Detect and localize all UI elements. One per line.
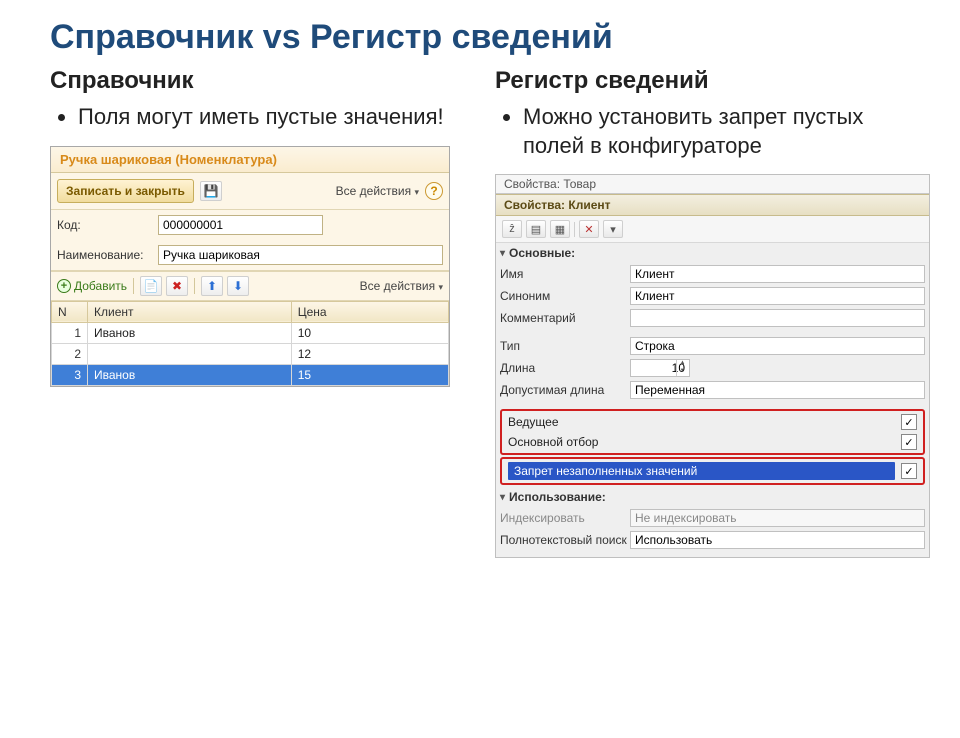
cell-price: 10 bbox=[291, 322, 448, 343]
prop-type-label: Тип bbox=[500, 339, 630, 353]
group-main-label: Основные: bbox=[509, 246, 575, 260]
mainfilter-label: Основной отбор bbox=[508, 435, 895, 449]
prop-fts-value[interactable]: Использовать bbox=[630, 531, 925, 549]
group-usage-label: Использование: bbox=[509, 490, 606, 504]
up-icon[interactable]: ⬆ bbox=[201, 276, 223, 296]
right-bullets: Можно установить запрет пустых полей в к… bbox=[495, 103, 920, 160]
grid-all-actions-dropdown[interactable]: Все действия ▾ bbox=[360, 279, 443, 293]
name-label: Наименование: bbox=[57, 248, 152, 262]
leading-label: Ведущее bbox=[508, 415, 895, 429]
categorize-icon[interactable]: ▤ bbox=[526, 220, 546, 238]
column-header-n[interactable]: N bbox=[52, 301, 88, 322]
cell-client: Иванов bbox=[88, 322, 292, 343]
window-title: Ручка шариковая (Номенклатура) bbox=[51, 147, 449, 173]
add-label: Добавить bbox=[74, 279, 127, 293]
chevron-down-icon[interactable]: ▾ bbox=[603, 220, 623, 238]
grid-toolbar: + Добавить 📄 ✖ ⬆ ⬇ Все действия ▾ bbox=[51, 271, 449, 301]
prop-comment-value[interactable] bbox=[630, 309, 925, 327]
cell-price: 15 bbox=[291, 364, 448, 385]
table-row[interactable]: 3Иванов15 bbox=[52, 364, 449, 385]
cell-n: 2 bbox=[52, 343, 88, 364]
prop-synonym-label: Синоним bbox=[500, 289, 630, 303]
grid-all-actions-label: Все действия bbox=[360, 279, 435, 293]
data-grid[interactable]: N Клиент Цена 1Иванов102123Иванов15 bbox=[51, 301, 449, 386]
save-icon[interactable]: 💾 bbox=[200, 181, 222, 201]
all-actions-label: Все действия bbox=[336, 184, 411, 198]
filter-icon[interactable]: ▦ bbox=[550, 220, 570, 238]
column-header-price[interactable]: Цена bbox=[291, 301, 448, 322]
clear-icon[interactable]: ✕ bbox=[579, 220, 599, 238]
down-icon[interactable]: ⬇ bbox=[227, 276, 249, 296]
spinner-icon[interactable]: ▲▼ bbox=[676, 360, 688, 376]
cell-client bbox=[88, 343, 292, 364]
code-label: Код: bbox=[57, 218, 152, 232]
name-input[interactable] bbox=[158, 245, 443, 265]
prop-type-value[interactable]: Строка bbox=[630, 337, 925, 355]
table-row[interactable]: 1Иванов10 bbox=[52, 322, 449, 343]
left-subtitle: Справочник bbox=[50, 67, 485, 95]
prop-fts-label: Полнотекстовый поиск bbox=[500, 533, 630, 547]
mainfilter-checkbox[interactable]: ✓ bbox=[901, 434, 917, 450]
cell-n: 1 bbox=[52, 322, 88, 343]
palette-toolbar: ẑ ▤ ▦ ✕ ▾ bbox=[496, 216, 929, 243]
noempty-label: Запрет незаполненных значений bbox=[508, 462, 895, 480]
cell-price: 12 bbox=[291, 343, 448, 364]
column-header-client[interactable]: Клиент bbox=[88, 301, 292, 322]
leading-checkbox[interactable]: ✓ bbox=[901, 414, 917, 430]
toolbar: Записать и закрыть 💾 Все действия ▾ ? bbox=[51, 173, 449, 210]
prop-name-label: Имя bbox=[500, 267, 630, 281]
cell-n: 3 bbox=[52, 364, 88, 385]
prop-index-label: Индексировать bbox=[500, 511, 630, 525]
properties-palette: Свойства: Товар Свойства: Клиент ẑ ▤ ▦ ✕… bbox=[495, 174, 930, 558]
tab-goods[interactable]: Свойства: Товар bbox=[496, 175, 929, 194]
table-row[interactable]: 2 12 bbox=[52, 343, 449, 364]
prop-length-label: Длина bbox=[500, 361, 630, 375]
copy-icon[interactable]: 📄 bbox=[140, 276, 162, 296]
prop-allowedlen-value[interactable]: Переменная bbox=[630, 381, 925, 399]
prop-synonym-value[interactable]: Клиент bbox=[630, 287, 925, 305]
collapse-icon: ▾ bbox=[500, 492, 505, 503]
help-button[interactable]: ? bbox=[425, 182, 443, 200]
directory-window: Ручка шариковая (Номенклатура) Записать … bbox=[50, 146, 450, 387]
delete-icon[interactable]: ✖ bbox=[166, 276, 188, 296]
group-main[interactable]: ▾ Основные: bbox=[496, 243, 929, 263]
add-button[interactable]: + Добавить bbox=[57, 279, 127, 293]
prop-name-value[interactable]: Клиент bbox=[630, 265, 925, 283]
noempty-checkbox[interactable]: ✓ bbox=[901, 463, 917, 479]
code-input[interactable] bbox=[158, 215, 323, 235]
slide-title: Справочник vs Регистр сведений bbox=[50, 18, 960, 57]
left-bullets: Поля могут иметь пустые значения! bbox=[50, 103, 485, 132]
group-usage[interactable]: ▾ Использование: bbox=[496, 487, 929, 507]
prop-comment-label: Комментарий bbox=[500, 311, 630, 325]
tab-client[interactable]: Свойства: Клиент bbox=[496, 194, 929, 216]
chevron-down-icon: ▾ bbox=[438, 282, 443, 292]
prop-allowedlen-label: Допустимая длина bbox=[500, 383, 630, 397]
sort-icon[interactable]: ẑ bbox=[502, 220, 522, 238]
right-subtitle: Регистр сведений bbox=[495, 67, 920, 95]
highlight-box-noempty: Запрет незаполненных значений ✓ bbox=[500, 457, 925, 485]
prop-length-value[interactable]: 10 ▲▼ bbox=[630, 359, 690, 377]
highlight-box-leading: Ведущее ✓ Основной отбор ✓ bbox=[500, 409, 925, 455]
chevron-down-icon: ▾ bbox=[414, 187, 419, 197]
prop-index-value: Не индексировать bbox=[630, 509, 925, 527]
all-actions-dropdown[interactable]: Все действия ▾ bbox=[336, 184, 419, 198]
right-bullet: Можно установить запрет пустых полей в к… bbox=[523, 103, 920, 160]
cell-client: Иванов bbox=[88, 364, 292, 385]
save-close-button[interactable]: Записать и закрыть bbox=[57, 179, 194, 203]
collapse-icon: ▾ bbox=[500, 248, 505, 259]
left-bullet: Поля могут иметь пустые значения! bbox=[78, 103, 485, 132]
plus-icon: + bbox=[57, 279, 71, 293]
